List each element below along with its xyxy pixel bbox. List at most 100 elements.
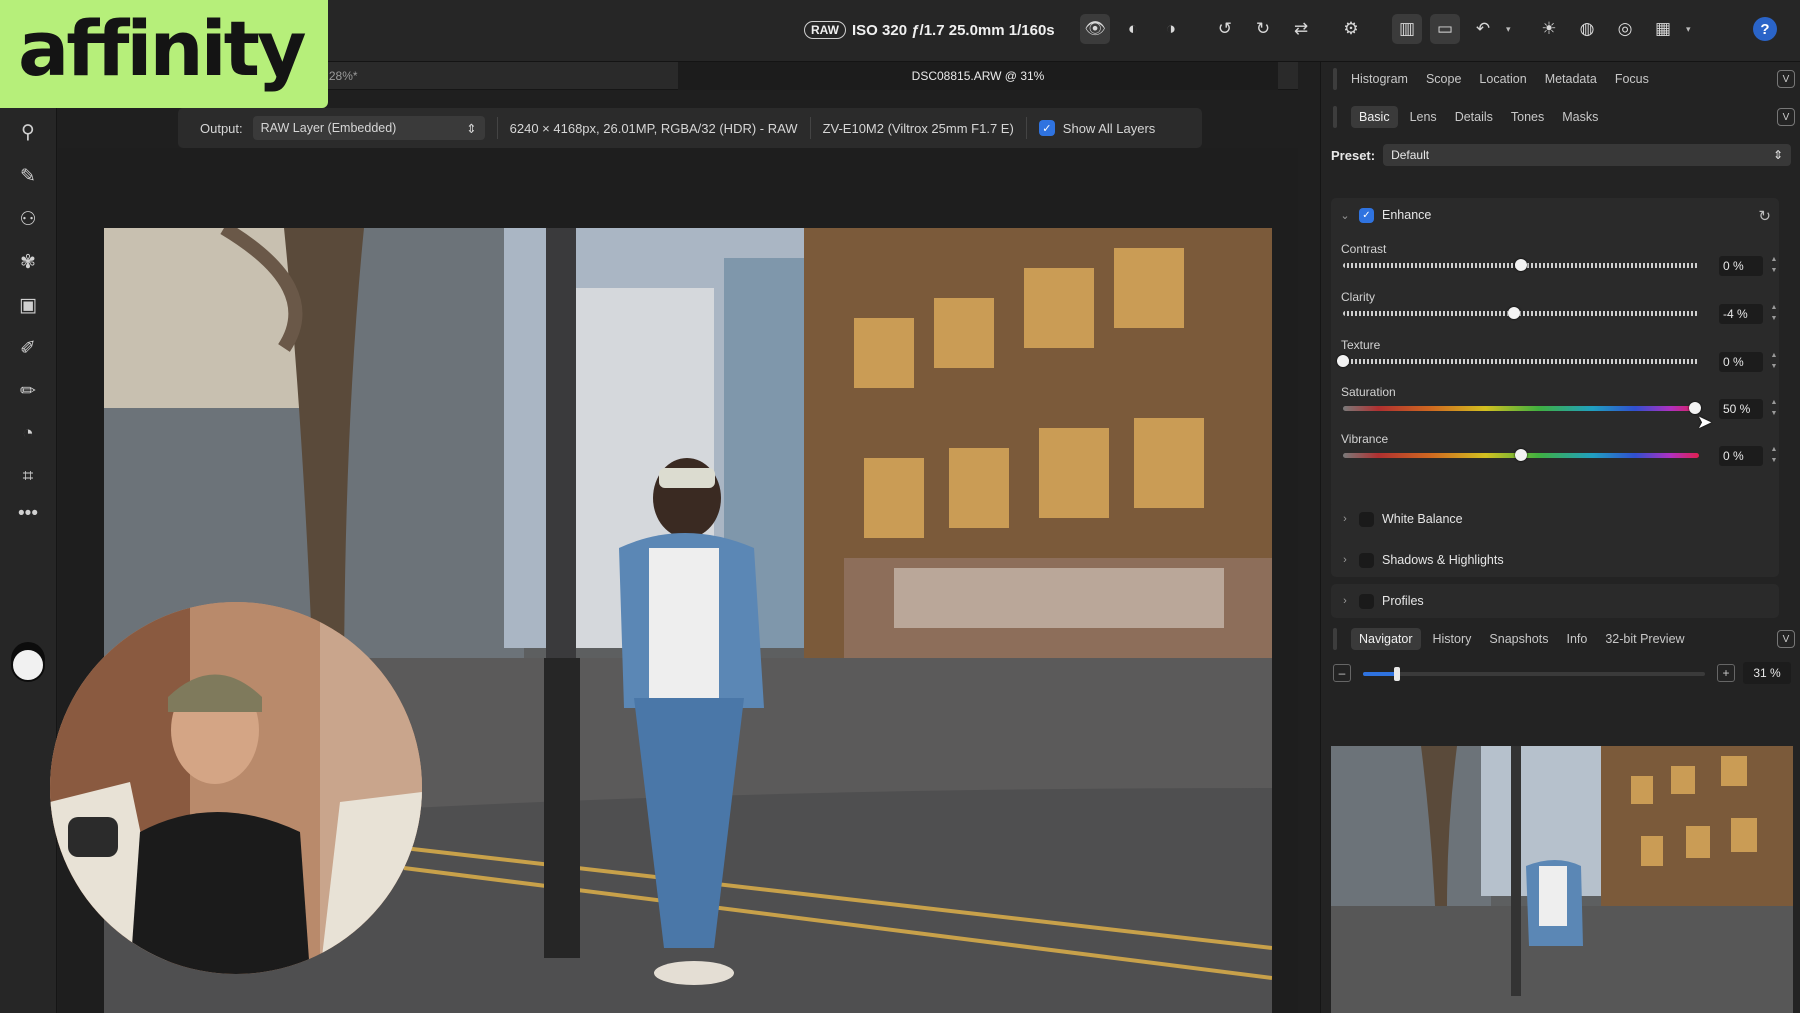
tab-basic[interactable]: Basic xyxy=(1351,106,1398,128)
shadows-highlights-header[interactable]: › Shadows & Highlights xyxy=(1331,543,1779,577)
white-balance-section[interactable]: › White Balance xyxy=(1331,502,1779,536)
zoom-value-field[interactable]: 31 % xyxy=(1743,662,1791,684)
zoom-out-button[interactable]: – xyxy=(1333,664,1351,682)
texture-slider[interactable] xyxy=(1343,359,1699,364)
clarity-slider[interactable] xyxy=(1343,311,1699,316)
settings-icon[interactable]: ⚙ xyxy=(1336,14,1366,44)
panel-layout-icon[interactable]: ▥ xyxy=(1392,14,1422,44)
split-view-icon[interactable]: ◐ xyxy=(1118,14,1148,44)
slider-knob[interactable] xyxy=(1515,259,1527,271)
raw-badge: RAW xyxy=(804,21,846,39)
red-eye-tool-icon[interactable]: ⚇ xyxy=(14,205,42,233)
tab-tones[interactable]: Tones xyxy=(1511,110,1544,124)
panel-handle[interactable] xyxy=(1333,628,1337,650)
clipping-icon[interactable]: ◎ xyxy=(1610,14,1640,44)
more-tools-icon[interactable]: ••• xyxy=(14,500,42,528)
value-stepper[interactable]: ▲ ▼ xyxy=(1769,302,1779,326)
rotate-left-icon[interactable]: ↺ xyxy=(1210,14,1240,44)
preset-select[interactable]: Default ⇕ xyxy=(1383,144,1791,166)
enhance-title: Enhance xyxy=(1382,208,1432,222)
brush-tool-icon[interactable]: ✐ xyxy=(14,334,42,362)
crop-tool-icon[interactable]: ⌗ xyxy=(14,463,42,491)
right-panel: Histogram Scope Location Metadata Focus … xyxy=(1320,62,1800,1013)
chevron-right-icon[interactable]: › xyxy=(1331,554,1359,566)
white-balance-header[interactable]: › White Balance xyxy=(1331,502,1779,536)
erase-tool-icon[interactable]: ✏ xyxy=(14,377,42,405)
tab-histogram[interactable]: Histogram xyxy=(1351,72,1408,86)
white-balance-enable-checkbox[interactable] xyxy=(1359,511,1374,527)
tab-details[interactable]: Details xyxy=(1455,110,1493,124)
value-stepper[interactable]: ▲ ▼ xyxy=(1769,444,1779,468)
enhance-enable-checkbox[interactable]: ✓ xyxy=(1359,207,1374,223)
navigator-thumbnail[interactable] xyxy=(1331,746,1793,1013)
compare-icon[interactable]: ▭ xyxy=(1430,14,1460,44)
zoom-slider-knob[interactable] xyxy=(1394,667,1401,681)
output-select[interactable]: RAW Layer (Embedded) ⇕ xyxy=(252,116,485,140)
tab-location[interactable]: Location xyxy=(1479,72,1526,86)
saturation-slider[interactable] xyxy=(1343,406,1699,411)
view-icons-group: 👁 ◐ ◑ xyxy=(1080,14,1186,44)
collapse-panel-button[interactable]: V xyxy=(1777,108,1795,126)
profiles-header[interactable]: › Profiles xyxy=(1331,584,1779,618)
collapse-panel-button[interactable]: V xyxy=(1777,70,1795,88)
panel-handle[interactable] xyxy=(1333,68,1337,90)
value-stepper[interactable]: ▲ ▼ xyxy=(1769,350,1779,374)
clarity-value-field[interactable]: -4 % xyxy=(1719,304,1763,324)
eye-icon[interactable]: 👁 xyxy=(1080,14,1110,44)
enhance-header[interactable]: ⌄ ✓ Enhance ↻ xyxy=(1331,198,1779,232)
vibrance-value-field[interactable]: 0 % xyxy=(1719,446,1763,466)
preset-row: Preset: Default ⇕ xyxy=(1331,142,1791,168)
profiles-section[interactable]: › Profiles xyxy=(1331,584,1779,618)
reset-icon[interactable]: ↻ xyxy=(1758,207,1771,225)
slider-knob[interactable] xyxy=(1507,307,1520,319)
contrast-value-field[interactable]: 0 % xyxy=(1719,256,1763,276)
show-all-layers-label[interactable]: Show All Layers xyxy=(1063,121,1156,136)
value-stepper[interactable]: ▲ ▼ xyxy=(1769,254,1779,278)
zoom-in-button[interactable]: + xyxy=(1717,664,1735,682)
undo-dropdown-icon[interactable]: ▾ xyxy=(1506,24,1516,35)
navigator-preview-image xyxy=(1331,746,1793,1013)
tab-history[interactable]: History xyxy=(1433,632,1472,646)
chevron-down-icon[interactable]: ⌄ xyxy=(1331,209,1359,222)
overlay-tool-icon[interactable]: ▣ xyxy=(14,291,42,319)
profiles-enable-checkbox[interactable] xyxy=(1359,593,1374,609)
zoom-slider[interactable] xyxy=(1363,667,1705,681)
tab-focus[interactable]: Focus xyxy=(1615,72,1649,86)
tab-scope[interactable]: Scope xyxy=(1426,72,1461,86)
view-tool-icon[interactable]: ⚲ xyxy=(14,118,42,146)
clone-tool-icon[interactable]: ◔ xyxy=(14,420,42,448)
tab-navigator[interactable]: Navigator xyxy=(1351,628,1421,650)
rotate-right-icon[interactable]: ↻ xyxy=(1248,14,1278,44)
tab-metadata[interactable]: Metadata xyxy=(1545,72,1597,86)
saturation-value-field[interactable]: 50 % xyxy=(1719,399,1763,419)
tab-32bit-preview[interactable]: 32-bit Preview xyxy=(1605,632,1684,646)
highlights-icon[interactable]: ◍ xyxy=(1572,14,1602,44)
tab-info[interactable]: Info xyxy=(1566,632,1587,646)
chevron-right-icon[interactable]: › xyxy=(1331,595,1359,607)
undo-icon[interactable]: ↶ xyxy=(1468,14,1498,44)
grid-icon[interactable]: ▦ xyxy=(1648,14,1678,44)
chevron-right-icon[interactable]: › xyxy=(1331,513,1359,525)
flip-icon[interactable]: ⇄ xyxy=(1286,14,1316,44)
shadows-highlights-section[interactable]: › Shadows & Highlights xyxy=(1331,543,1779,577)
tab-snapshots[interactable]: Snapshots xyxy=(1489,632,1548,646)
slider-knob[interactable] xyxy=(1337,355,1349,367)
slider-knob[interactable] xyxy=(1515,449,1527,461)
value-stepper[interactable]: ▲ ▼ xyxy=(1769,397,1779,421)
color-well[interactable] xyxy=(11,648,45,682)
tab-lens[interactable]: Lens xyxy=(1410,110,1437,124)
shadows-highlights-enable-checkbox[interactable] xyxy=(1359,552,1374,568)
output-value: RAW Layer (Embedded) xyxy=(260,121,397,135)
grid-dropdown-icon[interactable]: ▾ xyxy=(1686,24,1696,35)
collapse-panel-button[interactable]: V xyxy=(1777,630,1795,648)
texture-value-field[interactable]: 0 % xyxy=(1719,352,1763,372)
exposure-icon[interactable]: ☀ xyxy=(1534,14,1564,44)
mirror-view-icon[interactable]: ◑ xyxy=(1156,14,1186,44)
show-all-layers-checkbox[interactable]: ✓ xyxy=(1038,120,1055,136)
inpaint-tool-icon[interactable]: ✾ xyxy=(14,248,42,276)
tab-document-2[interactable]: DSC08815.ARW @ 31% xyxy=(678,62,1278,90)
panel-handle[interactable] xyxy=(1333,106,1337,128)
help-icon[interactable]: ? xyxy=(1753,17,1777,41)
white-balance-tool-icon[interactable]: ✎ xyxy=(14,162,42,190)
tab-masks[interactable]: Masks xyxy=(1562,110,1598,124)
